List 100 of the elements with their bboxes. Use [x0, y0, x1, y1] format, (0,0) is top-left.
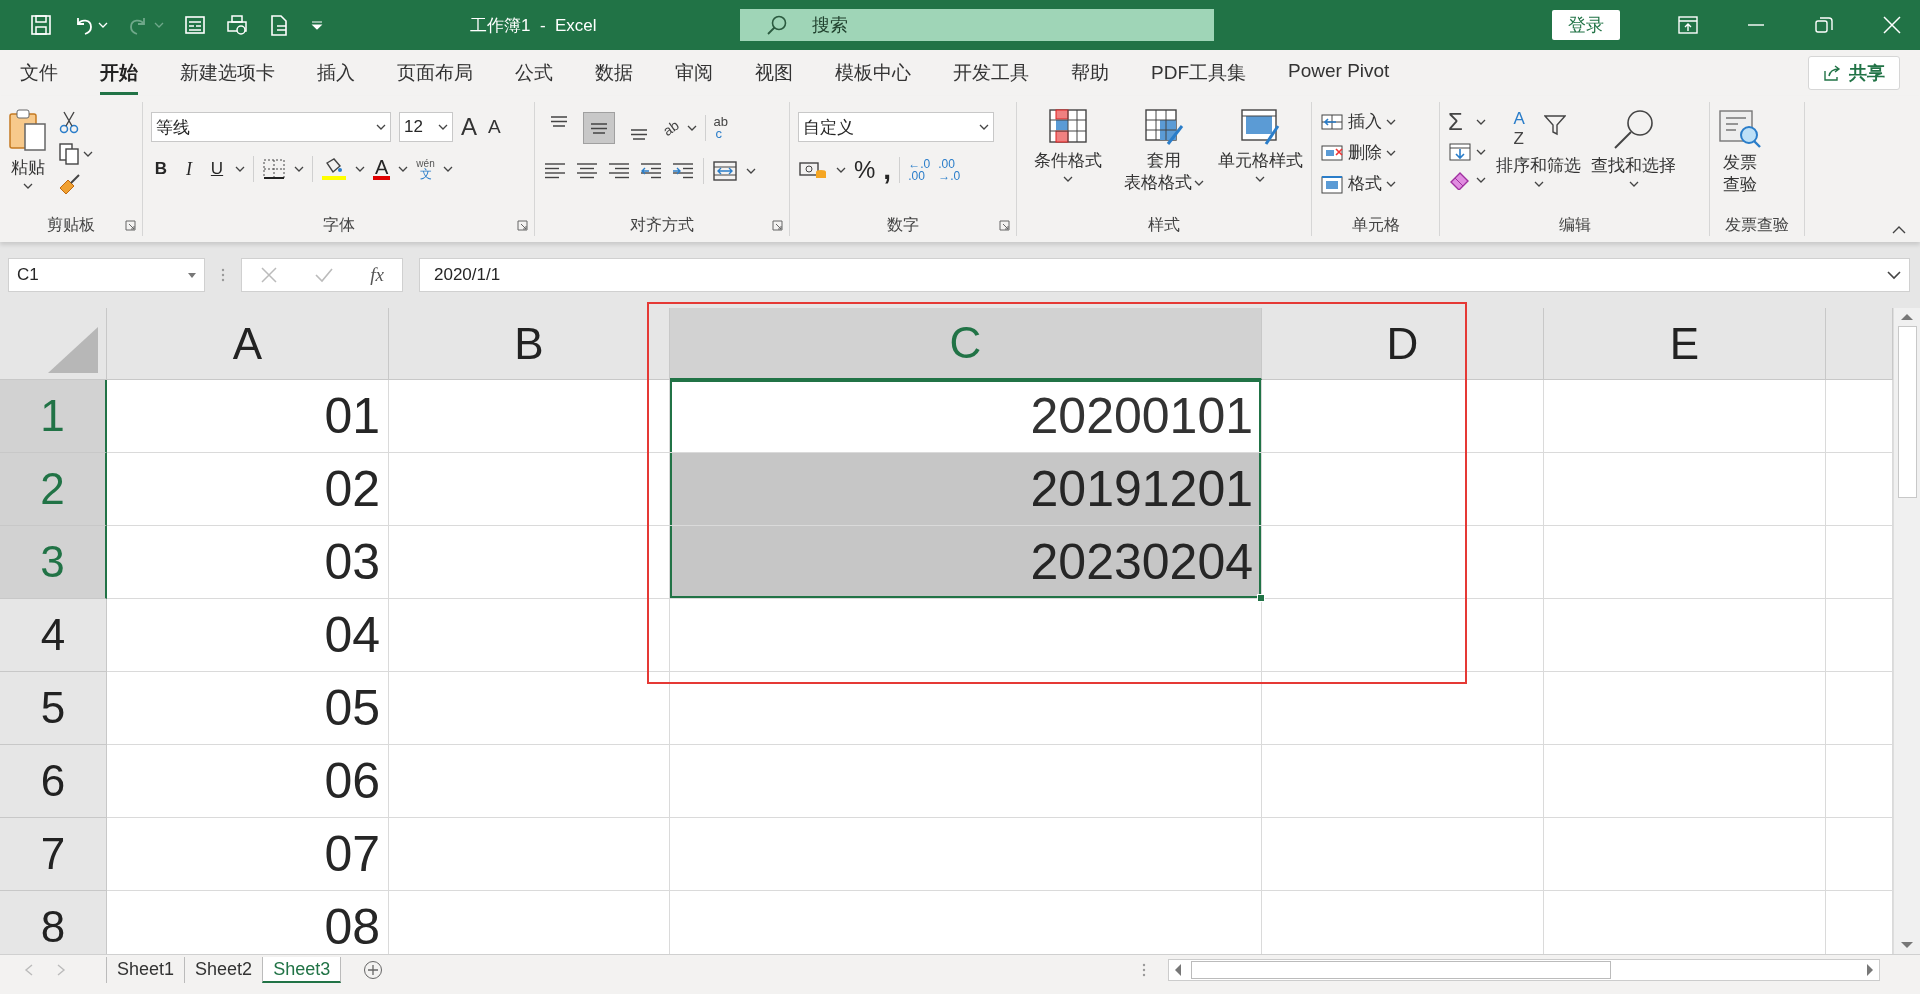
autosum-button[interactable]: Σ: [1448, 110, 1472, 134]
column-header[interactable]: A: [107, 308, 389, 380]
fill-color-icon[interactable]: [321, 157, 347, 181]
grip-icon[interactable]: [1142, 962, 1146, 977]
dialog-launcher-icon[interactable]: [772, 220, 783, 231]
ribbon-tab[interactable]: 模板中心: [835, 51, 911, 95]
merge-cells-icon[interactable]: [712, 160, 738, 182]
caret-icon[interactable]: [1386, 149, 1396, 156]
document-icon[interactable]: [268, 14, 290, 36]
caret-icon[interactable]: [1476, 177, 1486, 183]
ribbon-tab[interactable]: 新建选项卡: [180, 51, 275, 95]
expand-formula-icon[interactable]: [1887, 270, 1901, 280]
add-sheet-icon[interactable]: [363, 959, 384, 980]
orientation-button[interactable]: ab: [663, 120, 679, 136]
dialog-launcher-icon[interactable]: [517, 220, 528, 231]
close-icon[interactable]: [1882, 16, 1902, 34]
align-middle-button[interactable]: [583, 112, 615, 144]
row-header[interactable]: 3: [0, 526, 107, 599]
font-name-field[interactable]: 等线: [151, 112, 391, 142]
caret-icon[interactable]: [686, 125, 697, 131]
ribbon-display-icon[interactable]: [1678, 16, 1698, 34]
row-header[interactable]: 1: [0, 380, 107, 453]
caret-icon[interactable]: [1386, 118, 1396, 125]
table-format-icon[interactable]: [1144, 108, 1184, 146]
caret-icon[interactable]: [83, 151, 93, 157]
caret-icon[interactable]: [1476, 149, 1486, 155]
ribbon-tab[interactable]: 开发工具: [953, 51, 1029, 95]
column-header[interactable]: D: [1262, 308, 1544, 380]
caret-icon[interactable]: [355, 166, 365, 172]
scroll-right-icon[interactable]: [1865, 962, 1875, 977]
number-format-field[interactable]: 自定义: [798, 112, 994, 142]
caret-icon[interactable]: [979, 124, 989, 130]
row-header[interactable]: 2: [0, 453, 107, 526]
font-color-button[interactable]: A: [373, 158, 391, 180]
scroll-up-icon[interactable]: [1900, 312, 1914, 322]
ribbon-tab[interactable]: Power Pivot: [1288, 51, 1390, 95]
bold-button[interactable]: B: [151, 159, 171, 179]
find-select-button[interactable]: 查找和选择: [1591, 154, 1676, 177]
dropdown-arrow-icon[interactable]: [188, 272, 196, 278]
scroll-down-icon[interactable]: [1900, 940, 1914, 950]
ribbon-tab[interactable]: 视图: [755, 51, 793, 95]
ribbon-tab[interactable]: 页面布局: [397, 51, 473, 95]
save-icon[interactable]: [30, 14, 52, 36]
caret-icon[interactable]: [376, 124, 386, 130]
caret-icon[interactable]: [1063, 176, 1073, 182]
format-painter-icon[interactable]: [58, 174, 82, 196]
ribbon-tab[interactable]: 插入: [317, 51, 355, 95]
fill-down-icon[interactable]: [1448, 142, 1472, 162]
font-size-field[interactable]: 12: [399, 112, 453, 142]
caret-icon[interactable]: [23, 183, 33, 189]
borders-icon[interactable]: [262, 158, 286, 180]
decrease-decimal-button[interactable]: .00 →.0: [938, 158, 961, 182]
printer-icon[interactable]: [226, 14, 248, 36]
ribbon-tab[interactable]: 审阅: [675, 51, 713, 95]
ribbon-tab[interactable]: 公式: [515, 51, 553, 95]
clipboard-icon[interactable]: [8, 108, 48, 152]
caret-icon[interactable]: [836, 167, 846, 173]
sheet-tab[interactable]: Sheet3: [262, 956, 342, 983]
row-header[interactable]: 7: [0, 818, 107, 891]
restore-icon[interactable]: [1814, 16, 1834, 34]
cell-styles-button[interactable]: 单元格样式: [1217, 150, 1303, 172]
format-button[interactable]: 格式: [1348, 172, 1382, 195]
conditional-formatting-button[interactable]: 条件格式: [1034, 150, 1102, 172]
caret-icon[interactable]: [746, 168, 756, 174]
scrollbar-thumb[interactable]: [1897, 326, 1917, 498]
caret-icon[interactable]: [1386, 180, 1396, 187]
sort-filter-button[interactable]: 排序和筛选: [1496, 154, 1581, 177]
ribbon-tab[interactable]: PDF工具集: [1151, 51, 1246, 95]
currency-icon[interactable]: [798, 159, 828, 181]
row-header[interactable]: 4: [0, 599, 107, 672]
wrap-text-button[interactable]: ab c: [713, 116, 729, 140]
sort-filter-icon[interactable]: A Z: [1511, 108, 1566, 150]
italic-button[interactable]: I: [179, 158, 199, 180]
underline-button[interactable]: U: [207, 159, 227, 179]
collapse-ribbon-icon[interactable]: [1892, 225, 1906, 234]
copy-icon[interactable]: [58, 142, 80, 166]
insert-button[interactable]: 插入: [1348, 110, 1382, 133]
caret-icon[interactable]: [1628, 181, 1639, 187]
shrink-font-button[interactable]: A: [488, 116, 501, 138]
search-field[interactable]: 搜索: [740, 9, 1214, 41]
caret-icon[interactable]: [1194, 180, 1204, 186]
cell-styles-icon[interactable]: [1240, 108, 1280, 146]
name-box[interactable]: C1: [8, 258, 205, 292]
percent-button[interactable]: %: [854, 156, 876, 184]
scrollbar-thumb[interactable]: [1191, 960, 1611, 979]
scissors-icon[interactable]: [58, 110, 80, 134]
row-header[interactable]: 8: [0, 891, 107, 954]
dialog-launcher-icon[interactable]: [125, 220, 136, 231]
scroll-left-icon[interactable]: [1173, 962, 1183, 977]
row-header[interactable]: 6: [0, 745, 107, 818]
row-header[interactable]: 5: [0, 672, 107, 745]
caret-icon[interactable]: [1533, 181, 1544, 187]
paste-button[interactable]: 粘贴: [11, 156, 45, 179]
enter-checkmark-icon[interactable]: [314, 266, 335, 284]
format-as-table-button[interactable]: 套用 表格格式: [1124, 150, 1204, 194]
sheet-tab[interactable]: Sheet1: [106, 956, 185, 983]
comma-style-button[interactable]: ,: [883, 158, 892, 182]
caret-icon[interactable]: [438, 124, 448, 130]
column-header[interactable]: B: [389, 308, 670, 380]
fill-handle[interactable]: [1257, 594, 1265, 602]
